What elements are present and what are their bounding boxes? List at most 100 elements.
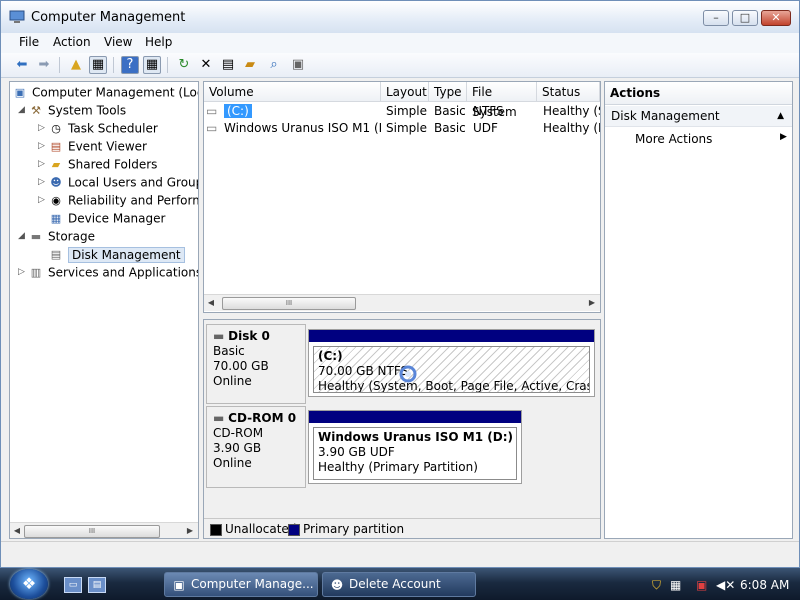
partition-d[interactable]: Windows Uranus ISO M1 (D:) 3.90 GB UDF H… [308,410,522,484]
status-bar [1,541,799,566]
column-header-status[interactable]: Status [537,82,600,102]
help-icon[interactable]: ? [121,56,139,74]
menu-bar: File Action View Help [1,33,799,53]
disk-size: 70.00 GB [213,359,269,373]
open-folder-icon[interactable]: ▰ [241,56,259,74]
cdrom-0-label[interactable]: ▬ CD-ROM 0 CD-ROM 3.90 GB Online [206,406,306,488]
network-disconnected-icon[interactable]: ▣ [696,574,707,596]
clock[interactable]: 6:08 AM [740,574,789,596]
column-header-type[interactable]: Type [429,82,467,102]
show-desktop-icon[interactable]: ▭ [64,577,82,593]
event-viewer-icon: ▤ [50,139,62,153]
menu-help[interactable]: Help [145,35,172,49]
column-header-layout[interactable]: Layout [381,82,429,102]
users-icon: ☻ [50,175,62,189]
volume-status: Healthy (S [543,104,600,118]
scrollbar-thumb[interactable]: III [24,525,160,538]
tree-item-services-applications[interactable]: ▷ ▥ Services and Applications [18,263,198,281]
partition-c[interactable]: (C:) 70.00 GB NTFS Healthy (System, Boot… [308,329,595,397]
taskbar-button-label: Computer Manage... [191,577,314,591]
up-folder-icon[interactable]: ▲ [67,56,85,74]
maximize-button[interactable]: □ [732,10,758,26]
partition-status: Healthy (Primary Partition) [318,460,478,474]
taskbar-button-delete-account[interactable]: ☻ Delete Account [322,572,476,597]
security-shield-icon[interactable]: ⛉ [652,574,661,596]
tree-item-computer-management[interactable]: ▣ Computer Management (Local [12,83,198,101]
collapse-up-icon[interactable]: ▲ [777,106,784,126]
show-hide-tree-icon[interactable]: ▦ [89,56,107,74]
forward-arrow-icon[interactable]: ➡ [35,56,53,74]
volume-list-horizontal-scrollbar[interactable]: ◀ III ▶ [204,294,600,311]
settings-icon[interactable]: ▣ [289,56,307,74]
hard-disk-icon: ▬ [213,329,225,343]
tree-item-shared-folders[interactable]: ▷ ▰ Shared Folders [38,155,157,173]
back-arrow-icon[interactable]: ⬅ [13,56,31,74]
volume-muted-icon[interactable]: ◀✕ [716,574,735,596]
disk-0-label[interactable]: ▬ Disk 0 Basic 70.00 GB Online [206,324,306,404]
table-row[interactable]: ▭ Windows Uranus ISO M1 (D:) Simple Basi… [204,120,600,137]
expand-arrow-icon[interactable]: ▷ [38,191,48,209]
partition-name: Windows Uranus ISO M1 (D:) [318,430,513,444]
tree-item-storage[interactable]: ◢ ▬ Storage [18,227,95,245]
minimize-button[interactable]: – [703,10,729,26]
expand-arrow-icon[interactable]: ▷ [38,137,48,155]
menu-file[interactable]: File [19,35,39,49]
drive-icon: ▭ [206,104,218,118]
start-button[interactable]: ❖ [10,569,48,599]
volume-name: Windows Uranus ISO M1 (D:) [224,121,381,135]
expand-arrow-icon[interactable]: ▷ [38,155,48,173]
refresh-icon[interactable]: ↻ [175,56,193,74]
disk-size: 3.90 GB [213,441,262,455]
disk-kind: CD-ROM [213,426,264,440]
menu-action[interactable]: Action [53,35,91,49]
properties-icon[interactable]: ▤ [219,56,237,74]
column-header-file-system[interactable]: File System [467,82,537,119]
partition-name: (C:) [318,349,343,363]
scroll-right-arrow-icon[interactable]: ▶ [184,524,196,538]
actions-section-label: Disk Management [611,109,720,123]
disk-state: Online [213,456,252,470]
scrollbar-thumb[interactable]: III [222,297,356,310]
device-manager-icon: ▦ [50,211,62,225]
close-button[interactable]: ✕ [761,10,791,26]
scroll-left-arrow-icon[interactable]: ◀ [11,524,23,538]
menu-view[interactable]: View [104,35,132,49]
volume-list: Volume Layout Type File System Status ▭ … [203,81,601,313]
disk-name: Disk 0 [228,329,270,343]
scroll-left-arrow-icon[interactable]: ◀ [205,296,217,310]
legend-primary: Primary partition [303,522,405,536]
collapse-arrow-icon[interactable]: ◢ [18,101,28,119]
computer-management-icon: ▣ [173,578,185,592]
network-icon[interactable]: ▦ [670,574,681,596]
tree-item-task-scheduler[interactable]: ▷ ◷ Task Scheduler [38,119,158,137]
disk-management-icon: ▤ [50,247,62,261]
switch-windows-icon[interactable]: ▤ [88,577,106,593]
table-row[interactable]: ▭ (C:) Simple Basic NTFS Healthy (S [204,103,600,120]
tree-item-device-manager[interactable]: ▦ Device Manager [48,209,166,227]
title-bar[interactable]: Computer Management – □ ✕ [1,1,799,34]
tree-item-system-tools[interactable]: ◢ ⚒ System Tools [18,101,126,119]
chevron-right-icon[interactable]: ▶ [780,132,787,142]
tree-item-event-viewer[interactable]: ▷ ▤ Event Viewer [38,137,147,155]
primary-partition-bar [309,411,521,423]
more-actions-item[interactable]: More Actions [635,130,712,148]
collapse-arrow-icon[interactable]: ◢ [18,227,28,245]
tree-horizontal-scrollbar[interactable]: ◀ III ▶ [10,522,198,538]
taskbar-button-label: Delete Account [349,577,441,591]
cdrom-icon: ▬ [213,411,225,425]
taskbar-button-computer-management[interactable]: ▣ Computer Manage... [164,572,318,597]
expand-arrow-icon[interactable]: ▷ [38,173,48,191]
show-action-pane-icon[interactable]: ▦ [143,56,161,74]
expand-arrow-icon[interactable]: ▷ [18,263,28,281]
tree-item-local-users[interactable]: ▷ ☻ Local Users and Groups [38,173,198,191]
scroll-right-arrow-icon[interactable]: ▶ [586,296,598,310]
tree-item-disk-management[interactable]: ▤ Disk Management [48,245,185,263]
tree-item-reliability[interactable]: ▷ ◉ Reliability and Performa [38,191,198,209]
expand-arrow-icon[interactable]: ▷ [38,119,48,137]
search-icon[interactable]: ⌕ [265,56,283,74]
actions-section-disk-management[interactable]: Disk Management ▲ [605,106,792,127]
delete-icon[interactable]: ✕ [197,56,215,74]
volume-type: Basic [434,104,466,118]
disk-legend: Unallocated Primary partition [204,518,600,538]
column-header-volume[interactable]: Volume [204,82,381,102]
